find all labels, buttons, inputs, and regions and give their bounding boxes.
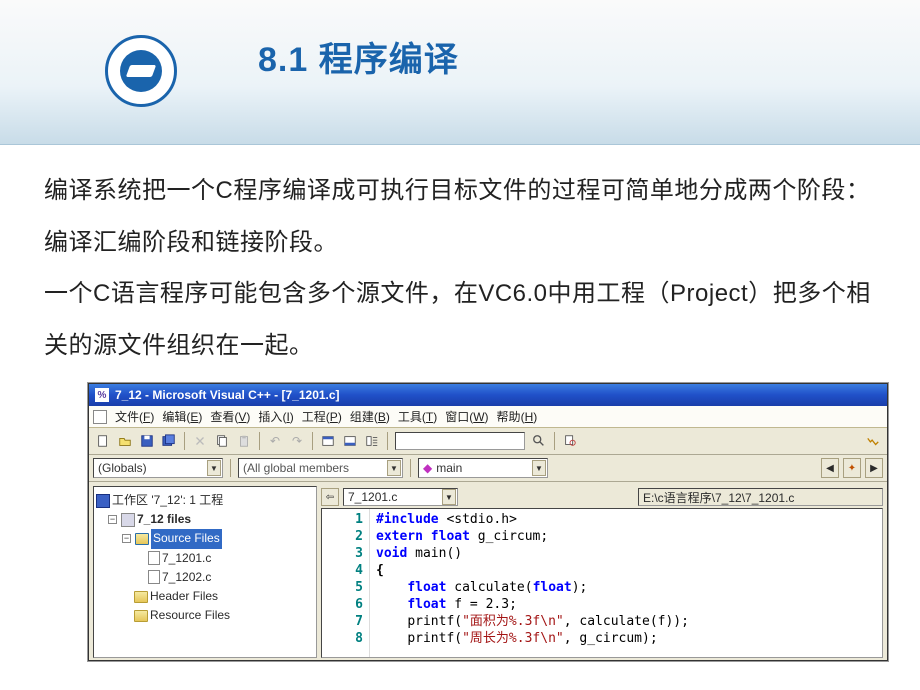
- folder-icon: [134, 610, 148, 622]
- ide-screenshot: % 7_12 - Microsoft Visual C++ - [7_1201.…: [88, 383, 888, 661]
- c-file-icon: [148, 570, 160, 584]
- tree-workspace[interactable]: 工作区 '7_12': 1 工程: [96, 491, 314, 510]
- ide-title-text: 7_12 - Microsoft Visual C++ - [7_1201.c]: [115, 388, 340, 402]
- collapse-icon[interactable]: −: [122, 534, 131, 543]
- menu-edit[interactable]: 编辑(E): [162, 408, 202, 425]
- code-editor[interactable]: 1 2 3 4 5 6 7 8 #include <stdio.h> exter…: [321, 508, 883, 658]
- window-list-icon[interactable]: [362, 431, 382, 451]
- slide-title: 8.1 程序编译: [258, 32, 459, 81]
- cut-icon[interactable]: [190, 431, 210, 451]
- scope-combo[interactable]: (Globals)▼: [93, 458, 223, 478]
- members-combo[interactable]: (All global members▼: [238, 458, 403, 478]
- tree-file-1[interactable]: 7_1201.c: [96, 549, 314, 568]
- code-line: printf("周长为%.3f\n", g_circum);: [376, 630, 689, 647]
- save-icon[interactable]: [137, 431, 157, 451]
- workspace-tree[interactable]: 工作区 '7_12': 1 工程 −7_12 files −Source Fil…: [93, 486, 317, 658]
- ide-menubar: 文件(F) 编辑(E) 查看(V) 插入(I) 工程(P) 组建(B) 工具(T…: [89, 406, 887, 428]
- code-line: {: [376, 562, 689, 579]
- copy-icon[interactable]: [212, 431, 232, 451]
- chevron-down-icon: ▼: [207, 460, 221, 476]
- collapse-icon[interactable]: −: [108, 515, 117, 524]
- document-icon: [93, 410, 107, 424]
- tree-project[interactable]: −7_12 files: [96, 510, 314, 529]
- find-in-files-icon[interactable]: [560, 431, 580, 451]
- editor-nav-bar: ⇦ 7_1201.c▼ E:\c语言程序\7_12\7_1201.c: [321, 486, 883, 508]
- paste-icon[interactable]: [234, 431, 254, 451]
- code-line: printf("面积为%.3f\n", calculate(f));: [376, 613, 689, 630]
- code-line: float f = 2.3;: [376, 596, 689, 613]
- code-line: void main(): [376, 545, 689, 562]
- workspace-icon[interactable]: [318, 431, 338, 451]
- code-line: float calculate(float);: [376, 579, 689, 596]
- tree-source-folder[interactable]: −Source Files: [96, 529, 314, 548]
- open-icon[interactable]: [115, 431, 135, 451]
- function-combo[interactable]: ◆main▼: [418, 458, 548, 478]
- chevron-down-icon: ▼: [442, 489, 456, 505]
- tree-header-folder[interactable]: Header Files: [96, 587, 314, 606]
- wand-icon[interactable]: ✦: [843, 458, 861, 478]
- history-back-icon[interactable]: ⇦: [321, 488, 339, 506]
- ide-main-area: 工作区 '7_12': 1 工程 −7_12 files −Source Fil…: [89, 482, 887, 660]
- ide-standard-toolbar: ↶ ↷: [89, 428, 887, 455]
- logo-icon: [120, 50, 162, 92]
- line-gutter: 1 2 3 4 5 6 7 8: [322, 509, 370, 657]
- university-logo: [105, 35, 177, 107]
- output-icon[interactable]: [340, 431, 360, 451]
- menu-insert[interactable]: 插入(I): [258, 408, 293, 425]
- nav-forward-icon[interactable]: ▶: [865, 458, 883, 478]
- menu-build[interactable]: 组建(B): [350, 408, 390, 425]
- find-icon[interactable]: [529, 431, 549, 451]
- code-line: extern float g_circum;: [376, 528, 689, 545]
- editor-file-combo[interactable]: 7_1201.c▼: [343, 488, 458, 506]
- redo-icon[interactable]: ↷: [287, 431, 307, 451]
- menu-tools[interactable]: 工具(T): [398, 408, 437, 425]
- paragraph-2: 一个C语言程序可能包含多个源文件，在VC6.0中用工程（Project）把多个相…: [44, 268, 876, 371]
- editor-path-display: E:\c语言程序\7_12\7_1201.c: [638, 488, 883, 506]
- menu-help[interactable]: 帮助(H): [497, 408, 538, 425]
- menu-view[interactable]: 查看(V): [210, 408, 250, 425]
- tree-resource-folder[interactable]: Resource Files: [96, 606, 314, 625]
- menu-project[interactable]: 工程(P): [302, 408, 342, 425]
- tree-file-2[interactable]: 7_1202.c: [96, 568, 314, 587]
- vcpp-icon: %: [95, 388, 109, 402]
- new-file-icon[interactable]: [93, 431, 113, 451]
- menu-file[interactable]: 文件(F): [115, 408, 154, 425]
- code-line: #include <stdio.h>: [376, 511, 689, 528]
- ide-titlebar: % 7_12 - Microsoft Visual C++ - [7_1201.…: [89, 384, 887, 406]
- menu-window[interactable]: 窗口(W): [445, 408, 488, 425]
- c-file-icon: [148, 551, 160, 565]
- paragraph-1: 编译系统把一个C程序编译成可执行目标文件的过程可简单地分成两个阶段：编译汇编阶段…: [44, 165, 876, 268]
- slide-body: 编译系统把一个C程序编译成可执行目标文件的过程可简单地分成两个阶段：编译汇编阶段…: [0, 145, 920, 371]
- workspace-icon: [96, 494, 110, 508]
- toolbar-options-icon[interactable]: [863, 431, 883, 451]
- chevron-down-icon: ▼: [532, 460, 546, 476]
- ide-wizard-bar: (Globals)▼ (All global members▼ ◆main▼ ◀…: [89, 455, 887, 482]
- project-icon: [121, 513, 135, 527]
- undo-icon[interactable]: ↶: [265, 431, 285, 451]
- find-input[interactable]: [395, 432, 525, 450]
- nav-back-icon[interactable]: ◀: [821, 458, 839, 478]
- folder-icon: [135, 533, 149, 545]
- slide-header: 8.1 程序编译: [0, 0, 920, 145]
- chevron-down-icon: ▼: [387, 460, 401, 476]
- folder-icon: [134, 591, 148, 603]
- bullet-icon: ◆: [423, 461, 432, 475]
- editor-pane: ⇦ 7_1201.c▼ E:\c语言程序\7_12\7_1201.c 1 2 3…: [321, 486, 883, 658]
- save-all-icon[interactable]: [159, 431, 179, 451]
- code-content: #include <stdio.h> extern float g_circum…: [370, 509, 689, 657]
